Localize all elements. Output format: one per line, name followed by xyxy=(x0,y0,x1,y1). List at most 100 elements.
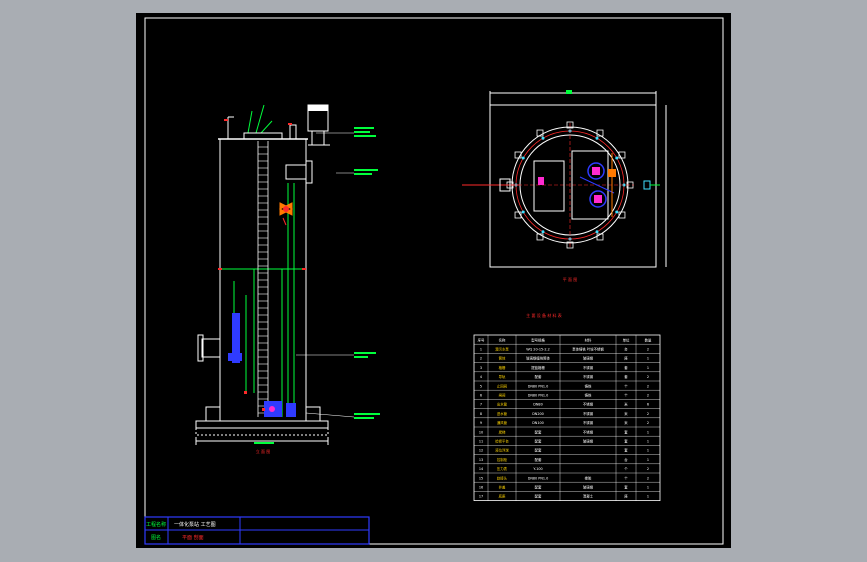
lifting-rod xyxy=(247,110,253,134)
table-cell: 套 xyxy=(624,448,628,453)
table-cell: 10 xyxy=(479,430,483,434)
cad-viewport[interactable]: 立 面 图 平 面 图 主 要 设 备 材 料 表 序号 名称 型号规格 材料 … xyxy=(0,0,867,562)
table-cell: 6 xyxy=(480,393,482,397)
table-cell: 通风管 xyxy=(497,420,508,425)
pump-discharge xyxy=(592,167,600,175)
table-title: 主 要 设 备 材 料 表 xyxy=(526,312,562,318)
table-cell: 7 xyxy=(480,403,482,407)
title-block[interactable]: 工程名称 一体化泵站 工艺图 图名 平面 剖面 xyxy=(144,516,370,545)
bolt-hole xyxy=(615,210,619,214)
table-cell: 控制柜 xyxy=(497,457,508,462)
table-cell: 16 xyxy=(479,485,483,489)
outlet-flange xyxy=(285,164,307,180)
table-cell: 配套 xyxy=(535,429,542,434)
table-cell: DN80 PN1.0 xyxy=(528,384,549,388)
table-cell: 套 xyxy=(624,438,628,443)
base-anchor xyxy=(205,406,221,422)
table-cell: 套 xyxy=(624,429,628,434)
table-cell: 座 xyxy=(624,494,628,499)
title-label-drawing: 图名 xyxy=(151,534,161,541)
control-box-cap xyxy=(308,105,328,111)
bolt-hole xyxy=(595,136,599,140)
table-cell: 液位浮球 xyxy=(495,448,509,453)
table-cell: 提篮格栅 xyxy=(531,365,545,370)
table-cell: 不锈钢 xyxy=(583,402,594,407)
table-cell: 6 xyxy=(647,403,649,407)
table-cell: 2 xyxy=(647,467,649,471)
bolt-hole xyxy=(541,136,545,140)
table-cell: 1 xyxy=(647,366,649,370)
table-cell: 软接头 xyxy=(497,475,508,480)
table-cell: 1 xyxy=(647,439,649,443)
bolt-hole xyxy=(521,210,525,214)
table-cell: DN80 PN1.0 xyxy=(528,476,549,480)
table-cell: 13 xyxy=(479,458,483,462)
table-cell: 配套 xyxy=(535,438,542,443)
table-cell: 米 xyxy=(624,420,628,425)
table-cell: DN200 xyxy=(532,412,544,416)
vent-plan xyxy=(643,180,651,190)
table-cell: 8 xyxy=(480,412,482,416)
elevation-caption: 立 面 图 xyxy=(256,448,271,454)
riser xyxy=(289,124,297,140)
table-cell: 玻璃钢 xyxy=(583,438,594,443)
table-cell: 闸阀 xyxy=(499,392,506,397)
table-cell: 不锈钢 xyxy=(583,429,594,434)
drawing-sheet: 立 面 图 平 面 图 主 要 设 备 材 料 表 序号 名称 型号规格 材料 … xyxy=(136,13,731,548)
table-header-cell: 数量 xyxy=(645,337,652,342)
ladder xyxy=(257,141,269,417)
plan-view[interactable]: 平 面 图 xyxy=(462,90,667,282)
table-cell: 套 xyxy=(624,484,628,489)
table-cell: 不锈钢 xyxy=(583,411,594,416)
table-cell: 不锈钢 xyxy=(583,374,594,379)
table-cell: 2 xyxy=(647,421,649,425)
check-valve xyxy=(282,217,287,226)
table-cell: 格栅 xyxy=(499,365,506,370)
table-cell: DN100 xyxy=(532,421,544,425)
table-cell: 台 xyxy=(624,346,628,351)
plan-caption: 平 面 图 xyxy=(563,276,578,282)
table-cell: 爬梯 xyxy=(499,429,506,434)
table-cell: DN80 PN1.0 xyxy=(528,393,549,397)
table-cell: DN80 xyxy=(533,403,542,407)
bolt-hole xyxy=(521,156,525,160)
table-cell: 17 xyxy=(479,495,483,499)
table-cell: 15 xyxy=(479,476,483,480)
table-cell: 2 xyxy=(647,375,649,379)
table-cell: 3 xyxy=(480,366,482,370)
table-cell: 12 xyxy=(479,449,483,453)
table-cell: 检修平台 xyxy=(495,438,509,443)
equipment-table[interactable]: 主 要 设 备 材 料 表 序号 名称 型号规格 材料 单位 数量 1 潜污水泵 WQ 20-1… xyxy=(473,312,661,502)
callout-leaders xyxy=(296,132,355,418)
outlet-valve-plan xyxy=(608,169,616,177)
pump-discharge xyxy=(594,195,602,203)
table-cell: 出水管 xyxy=(497,402,508,407)
table-cell: 1 xyxy=(647,458,649,462)
table-cell: 台 xyxy=(624,457,628,462)
sheet-frame xyxy=(144,17,724,545)
table-header-cell: 单位 xyxy=(623,337,630,342)
table-cell: 井盖 xyxy=(499,484,506,489)
plan-dim-mark xyxy=(566,90,572,94)
table-cell: 橡胶 xyxy=(585,475,592,480)
table-cell: 2 xyxy=(647,393,649,397)
bolt-hole xyxy=(595,230,599,234)
ladder-rungs xyxy=(258,146,268,414)
table-header-cell: 名称 xyxy=(499,337,506,342)
table-cell: 玻璃钢 xyxy=(583,484,594,489)
table-cell: 进水管 xyxy=(497,411,508,416)
table-cell: 1 xyxy=(647,357,649,361)
basket-handle xyxy=(538,177,544,185)
table-header-cell: 序号 xyxy=(478,337,485,342)
table-cell: WQ 20-15-2.2 xyxy=(526,347,550,351)
title-label-project: 工程名称 xyxy=(146,521,166,528)
table-cell: 铸铁 xyxy=(585,392,592,397)
table-cell: 2 xyxy=(480,357,482,361)
bolt-hole xyxy=(615,156,619,160)
table-cell: 配套 xyxy=(535,484,542,489)
elevation-view[interactable]: 立 面 图 xyxy=(195,104,380,454)
bolt-hole xyxy=(541,230,545,234)
table-cell: 1 xyxy=(647,495,649,499)
valve-stem xyxy=(283,206,289,212)
drawing-canvas[interactable]: 立 面 图 平 面 图 主 要 设 备 材 料 表 序号 名称 型号规格 材料 … xyxy=(136,13,731,548)
